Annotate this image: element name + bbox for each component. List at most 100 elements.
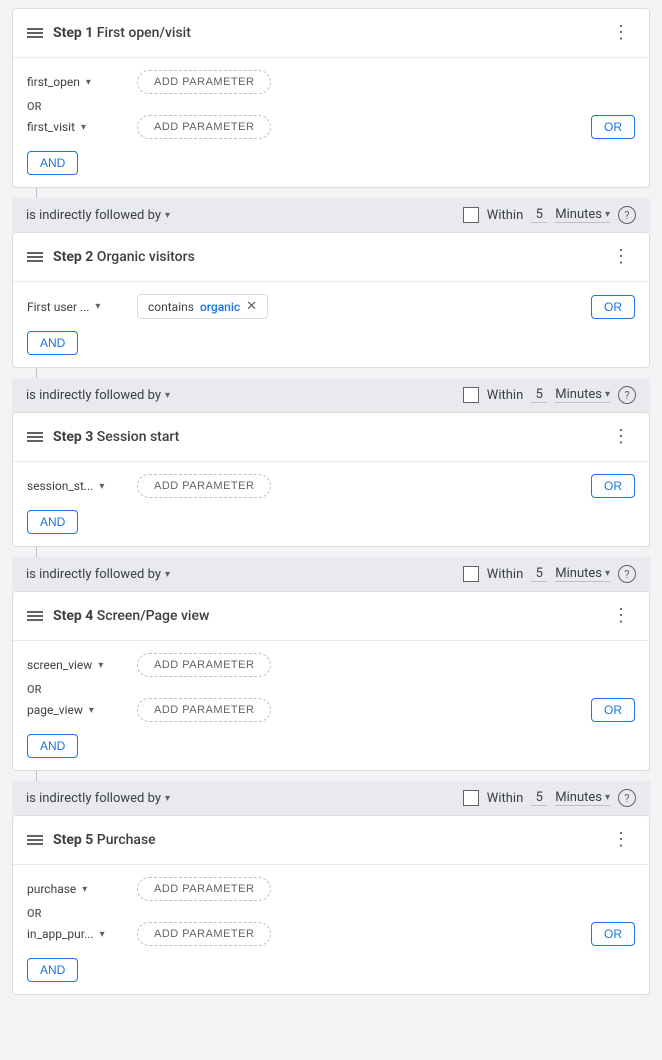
or-button[interactable]: OR xyxy=(591,295,635,319)
within-section: Within 5 Minutes ▾ ? xyxy=(463,386,636,404)
within-label: Within xyxy=(487,791,523,806)
step-1-body: first_open ▾ ADD PARAMETER OR first_visi… xyxy=(13,58,649,187)
within-number: 5 xyxy=(531,387,547,403)
connector-dropdown-icon: ▾ xyxy=(165,569,170,580)
connector-dropdown[interactable]: is indirectly followed by ▾ xyxy=(26,388,170,403)
step-3-title: Step 3 Session start xyxy=(53,429,607,445)
step-3-more-button[interactable]: ⋮ xyxy=(607,423,635,451)
step-3-header: Step 3 Session start ⋮ xyxy=(13,413,649,462)
drag-handle-icon[interactable] xyxy=(27,28,43,38)
step-2-more-button[interactable]: ⋮ xyxy=(607,243,635,271)
step-4-more-button[interactable]: ⋮ xyxy=(607,602,635,630)
or-button[interactable]: OR xyxy=(591,474,635,498)
connector-dropdown[interactable]: is indirectly followed by ▾ xyxy=(26,567,170,582)
within-unit-dropdown[interactable]: Minutes ▾ xyxy=(555,790,610,806)
unit-dropdown-icon: ▾ xyxy=(605,209,610,220)
step-1-header: Step 1 First open/visit ⋮ xyxy=(13,9,649,58)
dropdown-icon: ▾ xyxy=(100,929,105,940)
dropdown-icon: ▾ xyxy=(99,481,104,492)
dropdown-icon: ▾ xyxy=(95,301,100,312)
within-section: Within 5 Minutes ▾ ? xyxy=(463,206,636,224)
event-row: First user ... ▾ contains organic ✕ OR xyxy=(27,294,635,319)
event-name-page-view[interactable]: page_view ▾ xyxy=(27,703,127,717)
within-checkbox[interactable] xyxy=(463,207,479,223)
within-label: Within xyxy=(487,567,523,582)
and-button[interactable]: AND xyxy=(27,151,78,175)
step-card-1: Step 1 First open/visit ⋮ first_open ▾ A… xyxy=(12,8,650,188)
close-chip-button[interactable]: ✕ xyxy=(246,299,257,314)
event-name-first-open[interactable]: first_open ▾ xyxy=(27,75,127,89)
event-name-first-user[interactable]: First user ... ▾ xyxy=(27,300,127,314)
step-card-5: Step 5 Purchase ⋮ purchase ▾ ADD PARAMET… xyxy=(12,815,650,995)
organic-value: organic xyxy=(200,300,240,314)
within-checkbox[interactable] xyxy=(463,566,479,582)
within-section: Within 5 Minutes ▾ ? xyxy=(463,789,636,807)
connector-dropdown[interactable]: is indirectly followed by ▾ xyxy=(26,791,170,806)
drag-handle-icon[interactable] xyxy=(27,835,43,845)
add-param-button[interactable]: ADD PARAMETER xyxy=(137,698,271,722)
event-name-screen-view[interactable]: screen_view ▾ xyxy=(27,658,127,672)
add-param-button[interactable]: ADD PARAMETER xyxy=(137,653,271,677)
drag-handle-icon[interactable] xyxy=(27,432,43,442)
dropdown-icon: ▾ xyxy=(82,884,87,895)
or-button[interactable]: OR xyxy=(591,922,635,946)
step-2-header: Step 2 Organic visitors ⋮ xyxy=(13,233,649,282)
funnel-container: Step 1 First open/visit ⋮ first_open ▾ A… xyxy=(0,0,662,1003)
within-section: Within 5 Minutes ▾ ? xyxy=(463,565,636,583)
event-row: purchase ▾ ADD PARAMETER xyxy=(27,877,635,901)
step-5-header: Step 5 Purchase ⋮ xyxy=(13,816,649,865)
step-5-more-button[interactable]: ⋮ xyxy=(607,826,635,854)
or-label: OR xyxy=(27,98,635,115)
event-name-purchase[interactable]: purchase ▾ xyxy=(27,882,127,896)
and-button[interactable]: AND xyxy=(27,958,78,982)
event-name-in-app-purchase[interactable]: in_app_pur... ▾ xyxy=(27,927,127,941)
connector-dropdown-icon: ▾ xyxy=(165,210,170,221)
within-number: 5 xyxy=(531,566,547,582)
connector-dropdown-icon: ▾ xyxy=(165,793,170,804)
connector-line xyxy=(36,188,37,198)
help-icon[interactable]: ? xyxy=(618,386,636,404)
dropdown-icon: ▾ xyxy=(89,705,94,716)
dropdown-icon: ▾ xyxy=(98,660,103,671)
and-button[interactable]: AND xyxy=(27,510,78,534)
step-5-title: Step 5 Purchase xyxy=(53,832,607,848)
connector-dropdown-icon: ▾ xyxy=(165,390,170,401)
add-param-button[interactable]: ADD PARAMETER xyxy=(137,115,271,139)
or-button[interactable]: OR xyxy=(591,698,635,722)
dropdown-icon: ▾ xyxy=(86,77,91,88)
within-unit-dropdown[interactable]: Minutes ▾ xyxy=(555,566,610,582)
step-5-body: purchase ▾ ADD PARAMETER OR in_app_pur..… xyxy=(13,865,649,994)
add-param-button[interactable]: ADD PARAMETER xyxy=(137,922,271,946)
help-icon[interactable]: ? xyxy=(618,206,636,224)
add-param-button[interactable]: ADD PARAMETER xyxy=(137,70,271,94)
drag-handle-icon[interactable] xyxy=(27,611,43,621)
help-icon[interactable]: ? xyxy=(618,565,636,583)
add-param-button[interactable]: ADD PARAMETER xyxy=(137,877,271,901)
connector-dropdown[interactable]: is indirectly followed by ▾ xyxy=(26,208,170,223)
unit-dropdown-icon: ▾ xyxy=(605,389,610,400)
within-label: Within xyxy=(487,388,523,403)
help-icon[interactable]: ? xyxy=(618,789,636,807)
within-number: 5 xyxy=(531,207,547,223)
event-row: first_visit ▾ ADD PARAMETER OR xyxy=(27,115,635,139)
event-row: screen_view ▾ ADD PARAMETER xyxy=(27,653,635,677)
within-unit-dropdown[interactable]: Minutes ▾ xyxy=(555,207,610,223)
add-param-button[interactable]: ADD PARAMETER xyxy=(137,474,271,498)
event-row: in_app_pur... ▾ ADD PARAMETER OR xyxy=(27,922,635,946)
unit-dropdown-icon: ▾ xyxy=(605,792,610,803)
or-button[interactable]: OR xyxy=(591,115,635,139)
dropdown-icon: ▾ xyxy=(81,122,86,133)
event-name-session[interactable]: session_st... ▾ xyxy=(27,479,127,493)
drag-handle-icon[interactable] xyxy=(27,252,43,262)
and-button[interactable]: AND xyxy=(27,331,78,355)
within-checkbox[interactable] xyxy=(463,790,479,806)
within-checkbox[interactable] xyxy=(463,387,479,403)
and-button[interactable]: AND xyxy=(27,734,78,758)
connector-2: is indirectly followed by ▾ Within 5 Min… xyxy=(12,378,650,412)
within-unit-dropdown[interactable]: Minutes ▾ xyxy=(555,387,610,403)
event-name-first-visit[interactable]: first_visit ▾ xyxy=(27,120,127,134)
step-1-more-button[interactable]: ⋮ xyxy=(607,19,635,47)
step-4-body: screen_view ▾ ADD PARAMETER OR page_view… xyxy=(13,641,649,770)
param-chip: contains organic ✕ xyxy=(137,294,268,319)
within-number: 5 xyxy=(531,790,547,806)
